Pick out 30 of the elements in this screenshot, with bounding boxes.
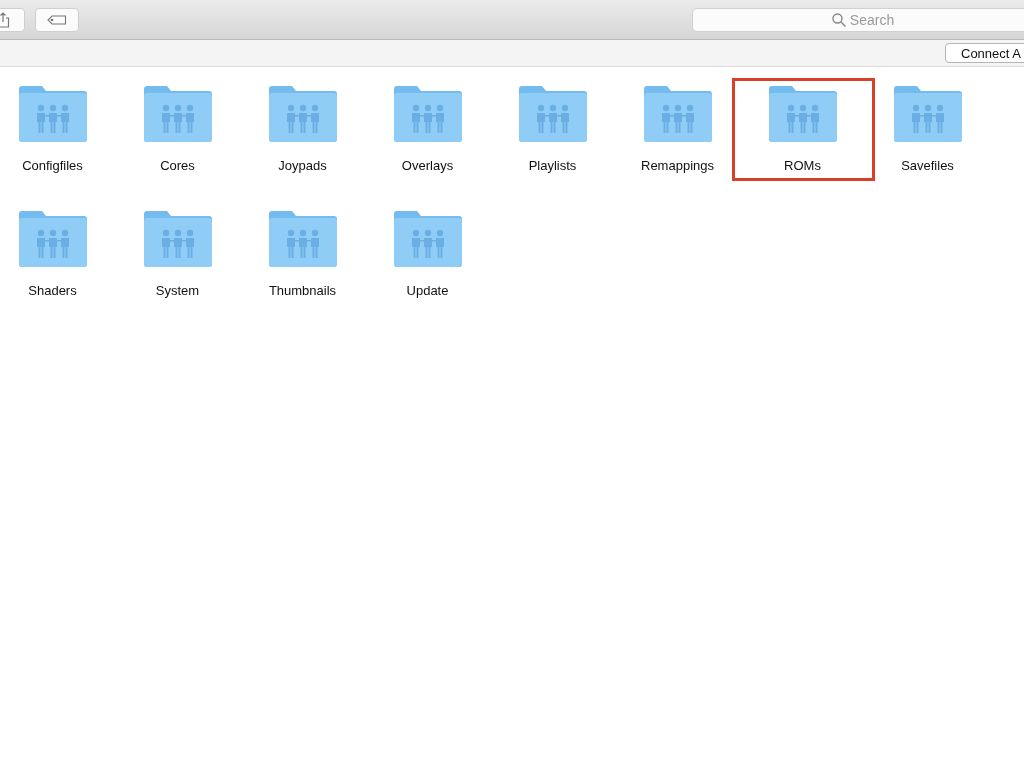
shared-folder-icon[interactable] <box>393 211 462 267</box>
shared-folder-icon[interactable] <box>643 86 712 142</box>
folder-label: Update <box>406 283 449 298</box>
folder-label: ROMs <box>784 158 821 173</box>
folder-label: Joypads <box>278 158 327 173</box>
shared-folder-icon[interactable] <box>143 211 212 267</box>
folder-label: Playlists <box>528 158 577 173</box>
folder-label: Cores <box>160 158 195 173</box>
shared-folder-icon[interactable] <box>768 86 837 142</box>
share-icon <box>0 11 10 28</box>
shared-folder-icon[interactable] <box>143 86 212 142</box>
shared-folder-icon[interactable] <box>893 86 962 142</box>
folder-label: Thumbnails <box>268 283 337 298</box>
shared-folder-icon[interactable] <box>18 86 87 142</box>
connect-button[interactable]: Connect A <box>945 43 1024 63</box>
shared-folder-icon[interactable] <box>518 86 587 142</box>
shared-folder-icon[interactable] <box>268 211 337 267</box>
folder-label: Configfiles <box>22 158 83 173</box>
shared-folder-icon[interactable] <box>393 86 462 142</box>
folder-label: Savefiles <box>901 158 954 173</box>
folder-label: System <box>155 283 200 298</box>
tag-icon <box>47 14 67 25</box>
tag-button[interactable] <box>35 7 79 32</box>
shared-folder-icon[interactable] <box>268 86 337 142</box>
search-field[interactable]: Search <box>692 7 1024 32</box>
shared-folder-icon[interactable] <box>18 211 87 267</box>
folder-label: Remappings <box>641 158 714 173</box>
folder-label: Shaders <box>28 283 77 298</box>
search-icon <box>832 12 846 27</box>
folder-label: Overlays <box>401 158 454 173</box>
